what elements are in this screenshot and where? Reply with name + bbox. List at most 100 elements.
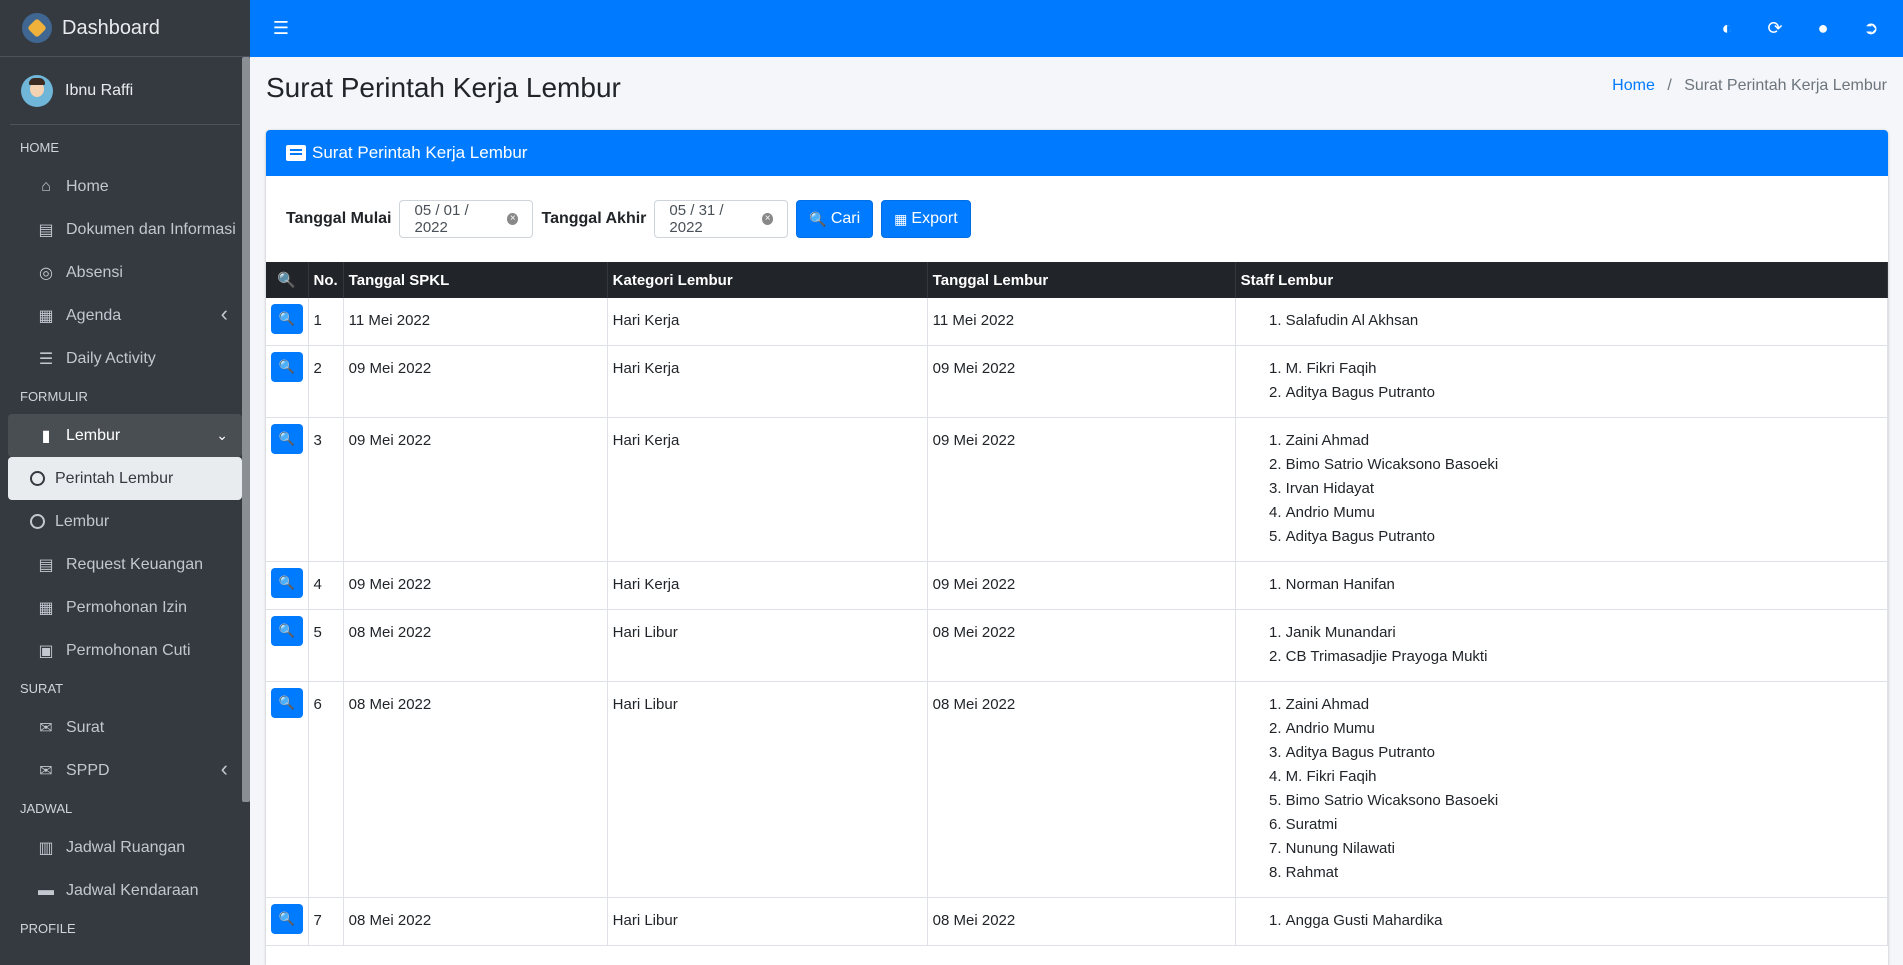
export-button[interactable]: ▦ Export: [881, 200, 971, 238]
column-header-no: No.: [308, 262, 344, 298]
logout-icon[interactable]: ➲: [1860, 17, 1882, 39]
brand-link[interactable]: Dashboard: [0, 0, 250, 57]
end-date-input[interactable]: 05 / 31 / 2022 ×: [654, 200, 789, 238]
sidebar-item-label: Perintah Lembur: [55, 469, 174, 487]
refresh-icon[interactable]: ⟳: [1764, 17, 1786, 39]
cell-no: 3: [308, 417, 344, 562]
sidebar-item-dokumen-dan-informasi[interactable]: ▤ Dokumen dan Informasi: [8, 208, 242, 251]
sidebar-item-surat[interactable]: ✉ Surat: [8, 706, 242, 749]
sidebar-item-jadwal-kendaraan[interactable]: ▬ Jadwal Kendaraan: [8, 869, 242, 912]
staff-list-item: Zaini Ahmad: [1286, 693, 1882, 717]
sidebar-item-agenda[interactable]: ▦ Agenda ‹: [8, 294, 242, 337]
cell-kategori: Hari Libur: [607, 609, 928, 682]
zoom-icon: 🔍: [277, 272, 297, 289]
cell-kategori: Hari Libur: [607, 681, 928, 898]
sidebar-item-label: Jadwal Kendaraan: [66, 881, 199, 899]
cell-tgl-lembur: 09 Mei 2022: [927, 345, 1236, 418]
staff-list-item: Janik Munandari: [1286, 621, 1882, 645]
sidebar-scrollbar[interactable]: [242, 57, 250, 802]
clear-start-date-icon[interactable]: ×: [507, 213, 519, 225]
card-header: Surat Perintah Kerja Lembur: [266, 130, 1888, 176]
cell-staff: Salafudin Al Akhsan: [1235, 298, 1888, 346]
top-navbar: ☰ ◐ ⟳ ● ➲: [250, 0, 1903, 57]
zoom-cell: 🔍: [266, 417, 309, 562]
sidebar-item-label: Request Keuangan: [66, 555, 203, 573]
user-icon[interactable]: ●: [1812, 17, 1834, 39]
staff-list-item: M. Fikri Faqih: [1286, 357, 1882, 381]
sidebar-item-label: Permohonan Izin: [66, 598, 187, 616]
sidebar-item-absensi[interactable]: ◎ Absensi: [8, 251, 242, 294]
start-date-label: Tanggal Mulai: [286, 210, 392, 227]
menu-toggle-icon[interactable]: ☰: [270, 17, 292, 39]
fingerprint-icon: ◎: [39, 264, 53, 282]
clipboard-icon: ▮: [41, 427, 51, 445]
user-panel[interactable]: Ibnu Raffi: [10, 57, 240, 125]
nav-header-surat: SURAT: [20, 681, 64, 696]
view-detail-button[interactable]: 🔍: [270, 304, 303, 334]
sidebar-item-label: Permohonan Cuti: [66, 641, 191, 659]
view-detail-button[interactable]: 🔍: [270, 568, 303, 598]
nav-header-formulir: FORMULIR: [20, 389, 88, 404]
sidebar-item-jadwal-ruangan[interactable]: ▥ Jadwal Ruangan: [8, 826, 242, 869]
sidebar-item-lembur-sub[interactable]: Lembur: [8, 500, 242, 543]
column-header-staff: Staff Lembur: [1235, 262, 1888, 298]
sidebar-item-label: Agenda: [66, 306, 122, 324]
sidebar-item-label: Surat: [66, 718, 105, 736]
brand-logo-icon: [22, 13, 52, 43]
cell-kategori: Hari Libur: [607, 897, 928, 946]
staff-list-item: Aditya Bagus Putranto: [1286, 741, 1882, 765]
zoom-cell: 🔍: [266, 897, 309, 946]
cell-tgl-lembur: 08 Mei 2022: [927, 897, 1236, 946]
staff-list-item: Nunung Nilawati: [1286, 837, 1882, 861]
sidebar-item-lembur[interactable]: ▮ Lembur ⌄: [8, 414, 242, 457]
cell-tgl-spkl: 09 Mei 2022: [343, 417, 608, 562]
cell-tgl-spkl: 08 Mei 2022: [343, 609, 608, 682]
sidebar-item-sppd[interactable]: ✉ SPPD ‹: [8, 749, 242, 792]
staff-list: Salafudin Al Akhsan: [1241, 309, 1882, 333]
view-detail-button[interactable]: 🔍: [270, 904, 303, 934]
column-header-tanggal-spkl: Tanggal SPKL: [343, 262, 608, 298]
cell-no: 7: [308, 897, 344, 946]
theme-toggle-icon[interactable]: ◐: [1716, 17, 1738, 39]
clear-end-date-icon[interactable]: ×: [762, 213, 774, 225]
sidebar-item-permohonan-izin[interactable]: ▦ Permohonan Izin: [8, 586, 242, 629]
suitcase-icon: ▣: [38, 642, 54, 660]
sidebar-item-label: SPPD: [66, 761, 110, 779]
table-row: 🔍409 Mei 2022Hari Kerja09 Mei 2022Norman…: [266, 561, 1888, 610]
cell-kategori: Hari Kerja: [607, 298, 928, 346]
sidebar-item-request-keuangan[interactable]: ▤ Request Keuangan: [8, 543, 242, 586]
cell-tgl-spkl: 09 Mei 2022: [343, 345, 608, 418]
breadcrumb: Home / Surat Perintah Kerja Lembur: [1612, 77, 1887, 95]
sidebar-item-label: Absensi: [66, 263, 123, 281]
document-icon: [286, 145, 306, 161]
cell-kategori: Hari Kerja: [607, 345, 928, 418]
sidebar-item-daily-activity[interactable]: ☰ Daily Activity: [8, 337, 242, 380]
search-button[interactable]: 🔍 Cari: [796, 200, 874, 238]
view-detail-button[interactable]: 🔍: [270, 424, 303, 454]
sidebar-item-perintah-lembur-sub[interactable]: Perintah Lembur: [8, 457, 242, 500]
envelope-icon: ✉: [39, 719, 53, 737]
view-detail-button[interactable]: 🔍: [270, 616, 303, 646]
staff-list-item: Irvan Hidayat: [1286, 477, 1882, 501]
home-icon: ⌂: [41, 177, 51, 195]
sidebar-item-label: Lembur: [55, 512, 110, 530]
chevron-down-icon: ⌄: [216, 427, 228, 443]
sidebar-item-label: Daily Activity: [66, 349, 156, 367]
user-name: Ibnu Raffi: [65, 81, 134, 99]
staff-list-item: Salafudin Al Akhsan: [1286, 309, 1882, 333]
spkl-card: Surat Perintah Kerja Lembur Tanggal Mula…: [266, 130, 1888, 965]
staff-list-item: Andrio Mumu: [1286, 501, 1882, 525]
excel-file-icon: ▦: [894, 210, 908, 227]
search-button-label: Cari: [830, 210, 861, 227]
search-plus-icon: 🔍: [809, 210, 827, 227]
filter-bar: Tanggal Mulai 05 / 01 / 2022 × Tanggal A…: [266, 176, 1888, 262]
receipt-icon: ▤: [38, 556, 54, 574]
sidebar-item-home[interactable]: ⌂ Home: [8, 165, 242, 208]
sidebar-item-permohonan-cuti[interactable]: ▣ Permohonan Cuti: [8, 629, 242, 672]
view-detail-button[interactable]: 🔍: [270, 688, 303, 718]
view-detail-button[interactable]: 🔍: [270, 352, 303, 382]
breadcrumb-home-link[interactable]: Home: [1612, 77, 1655, 94]
brand-title: Dashboard: [62, 16, 160, 39]
table-row: 🔍508 Mei 2022Hari Libur08 Mei 2022Janik …: [266, 609, 1888, 682]
start-date-input[interactable]: 05 / 01 / 2022 ×: [399, 200, 534, 238]
